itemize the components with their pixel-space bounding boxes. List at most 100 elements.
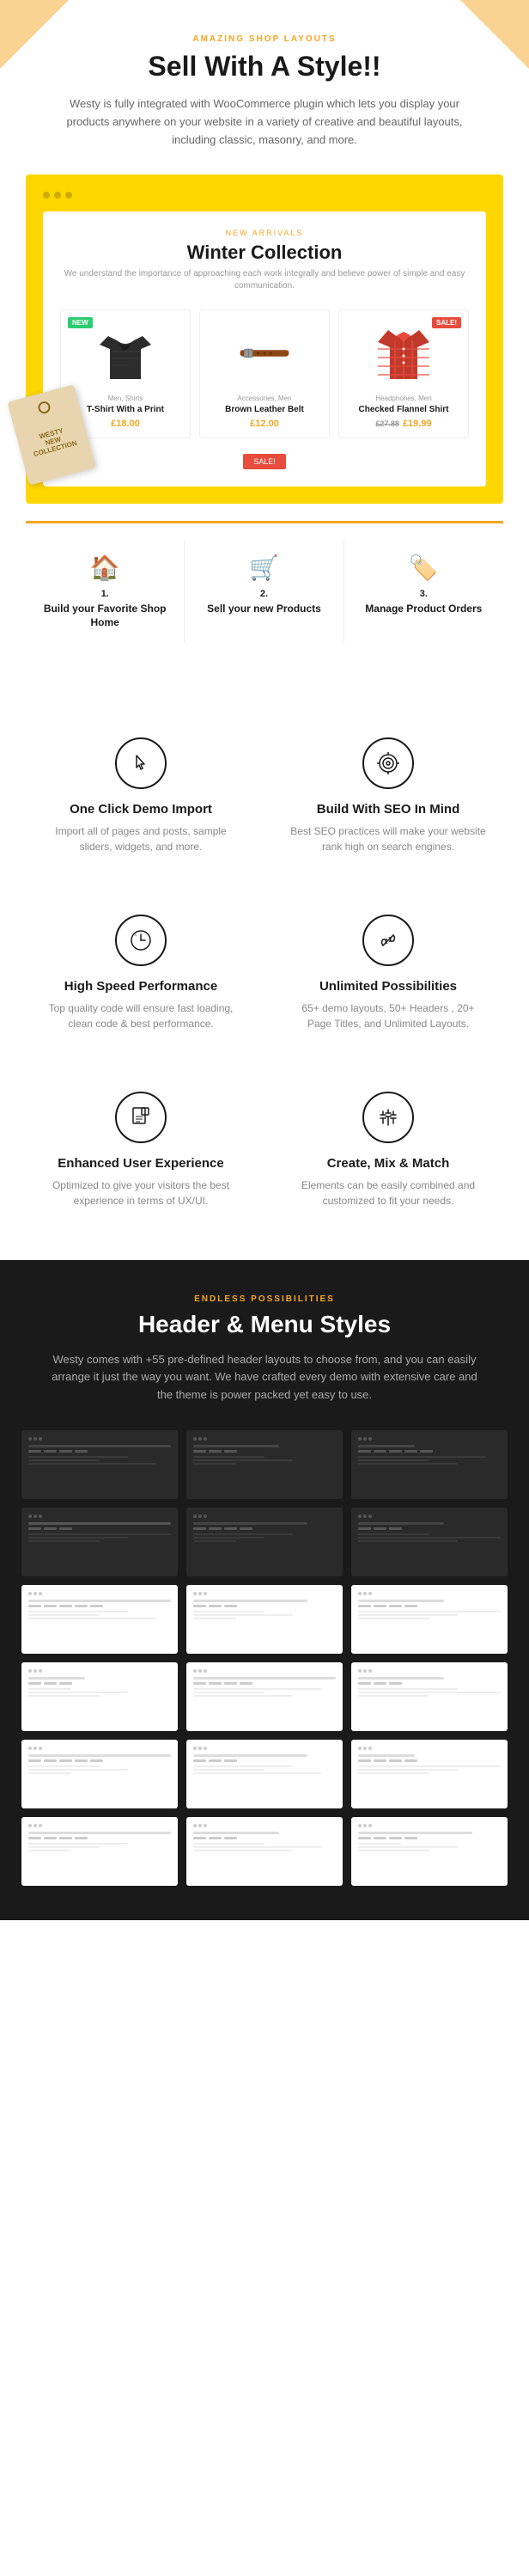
header-card-12[interactable]	[351, 1662, 508, 1731]
header-card-6[interactable]	[351, 1508, 508, 1576]
product-category-2: Accessories, Men	[209, 395, 320, 402]
feature-label-3: Manage Product Orders	[353, 603, 495, 616]
feature-desc-ux: Optimized to give your visitors the best…	[43, 1178, 239, 1208]
features-section: One Click Demo Import Import all of page…	[0, 686, 529, 1260]
header-card-15[interactable]	[351, 1740, 508, 1808]
header-card-14[interactable]	[186, 1740, 343, 1808]
product-card-2: Accessories, Men Brown Leather Belt £12.…	[199, 309, 330, 438]
feature-desc-seo: Best SEO practices will make your websit…	[290, 823, 486, 854]
possibilities-icon	[362, 915, 414, 966]
feature-block-mix: Create, Mix & Match Elements can be easi…	[273, 1074, 503, 1226]
belt-icon	[239, 323, 290, 383]
product-image-3	[348, 319, 459, 388]
header-card-11[interactable]	[186, 1662, 343, 1731]
target-icon	[377, 752, 399, 774]
flannel-shirt-icon	[378, 323, 429, 383]
window-dots	[43, 192, 486, 199]
header-card-3[interactable]	[351, 1430, 508, 1499]
tshirt-icon	[100, 323, 151, 383]
settings-icon	[377, 1106, 399, 1129]
product-name-2: Brown Leather Belt	[209, 405, 320, 414]
header-card-9[interactable]	[351, 1585, 508, 1654]
feature-title-demo: One Click Demo Import	[43, 802, 239, 817]
shop-layouts-section: AMAZING SHOP LAYOUTS Sell With A Style!!…	[0, 0, 529, 686]
window-dot-1	[43, 192, 50, 199]
corner-decor-tr	[460, 0, 529, 69]
header-card-4[interactable]	[21, 1508, 178, 1576]
document-icon	[130, 1106, 152, 1129]
header-card-1[interactable]	[21, 1430, 178, 1499]
shop-preview-window: NEW ARRIVALS Winter Collection We unders…	[26, 174, 503, 504]
features-row: 🏠 1. Build your Favorite Shop Home 🛒 2. …	[26, 521, 503, 659]
header-card-16[interactable]	[21, 1817, 178, 1886]
mix-match-icon	[362, 1092, 414, 1143]
feature-desc-performance: Top quality code will ensure fast loadin…	[43, 1000, 239, 1031]
window-dot-2	[54, 192, 61, 199]
shop-preview-inner: NEW ARRIVALS Winter Collection We unders…	[43, 211, 486, 486]
feature-number-3: 3.	[353, 589, 495, 599]
header-previews-grid	[21, 1430, 508, 1886]
new-arrivals-label: NEW ARRIVALS	[60, 229, 469, 237]
link-icon	[377, 929, 399, 951]
headers-description: Westy comes with +55 pre-defined header …	[50, 1351, 479, 1404]
product-category-1: Men, Shirts	[70, 395, 181, 402]
ux-icon	[115, 1092, 167, 1143]
sale-button[interactable]: SALE!	[243, 454, 286, 469]
header-card-18[interactable]	[351, 1817, 508, 1886]
products-grid: NEW Men, Shirts T-Shirt With a Print £18…	[60, 309, 469, 438]
product-image-1	[70, 319, 181, 388]
performance-icon	[115, 915, 167, 966]
headers-section: ENDLESS POSSIBILITIES Header & Menu Styl…	[0, 1260, 529, 1920]
header-card-7[interactable]	[21, 1585, 178, 1654]
header-card-2[interactable]	[186, 1430, 343, 1499]
headers-title: Header & Menu Styles	[21, 1311, 508, 1338]
feature-label-2: Sell your new Products	[193, 603, 334, 616]
section-main-title: Sell With A Style!!	[26, 51, 503, 83]
feature-title-performance: High Speed Performance	[43, 979, 239, 994]
feature-block-demo: One Click Demo Import Import all of page…	[26, 720, 256, 872]
headers-subtitle: ENDLESS POSSIBILITIES	[21, 1294, 508, 1304]
product-price-1: £18.00	[70, 419, 181, 429]
product-image-2	[209, 319, 320, 388]
feature-block-performance: High Speed Performance Top quality code …	[26, 897, 256, 1049]
header-card-17[interactable]	[186, 1817, 343, 1886]
seo-icon	[362, 737, 414, 789]
feature-item-3: 🏷️ 3. Manage Product Orders	[344, 541, 503, 642]
feature-block-seo: Build With SEO In Mind Best SEO practice…	[273, 720, 503, 872]
header-card-5[interactable]	[186, 1508, 343, 1576]
feature-title-possibilities: Unlimited Possibilities	[290, 979, 486, 994]
demo-import-icon	[115, 737, 167, 789]
product-price-2: £12.00	[209, 419, 320, 429]
product-price-original: £27.88	[375, 419, 399, 428]
clock-icon	[130, 929, 152, 951]
feature-title-seo: Build With SEO In Mind	[290, 802, 486, 817]
feature-desc-possibilities: 65+ demo layouts, 50+ Headers , 20+ Page…	[290, 1000, 486, 1031]
section-subtitle: AMAZING SHOP LAYOUTS	[26, 34, 503, 44]
feature-desc-demo: Import all of pages and posts, sample sl…	[43, 823, 239, 854]
cursor-icon	[130, 752, 152, 774]
header-card-13[interactable]	[21, 1740, 178, 1808]
product-name-3: Checked Flannel Shirt	[348, 405, 459, 414]
window-dot-3	[65, 192, 72, 199]
product-category-3: Headphones, Men	[348, 395, 459, 402]
feature-item-1: 🏠 1. Build your Favorite Shop Home	[26, 541, 185, 642]
header-card-8[interactable]	[186, 1585, 343, 1654]
feature-block-possibilities: Unlimited Possibilities 65+ demo layouts…	[273, 897, 503, 1049]
header-card-10[interactable]	[21, 1662, 178, 1731]
feature-number-1: 1.	[34, 589, 175, 599]
feature-item-2: 🛒 2. Sell your new Products	[185, 541, 344, 642]
collection-title: Winter Collection	[60, 242, 469, 264]
product-name-1: T-Shirt With a Print	[70, 405, 181, 414]
product-badge-sale: SALE!	[432, 317, 461, 328]
home-icon: 🏠	[34, 554, 175, 582]
product-badge-new: NEW	[68, 317, 93, 328]
feature-number-2: 2.	[193, 589, 334, 599]
product-price-3: £27.88£19.99	[348, 419, 459, 429]
features-2col-grid: One Click Demo Import Import all of page…	[26, 720, 503, 1226]
section-description: Westy is fully integrated with WooCommer…	[50, 95, 479, 149]
corner-decor-tl	[0, 0, 69, 69]
cart-icon: 🛒	[193, 554, 334, 582]
product-card-3: SALE!	[338, 309, 469, 438]
tag-text: WESTYNEWCOLLECTION	[23, 419, 82, 463]
feature-block-ux: Enhanced User Experience Optimized to gi…	[26, 1074, 256, 1226]
